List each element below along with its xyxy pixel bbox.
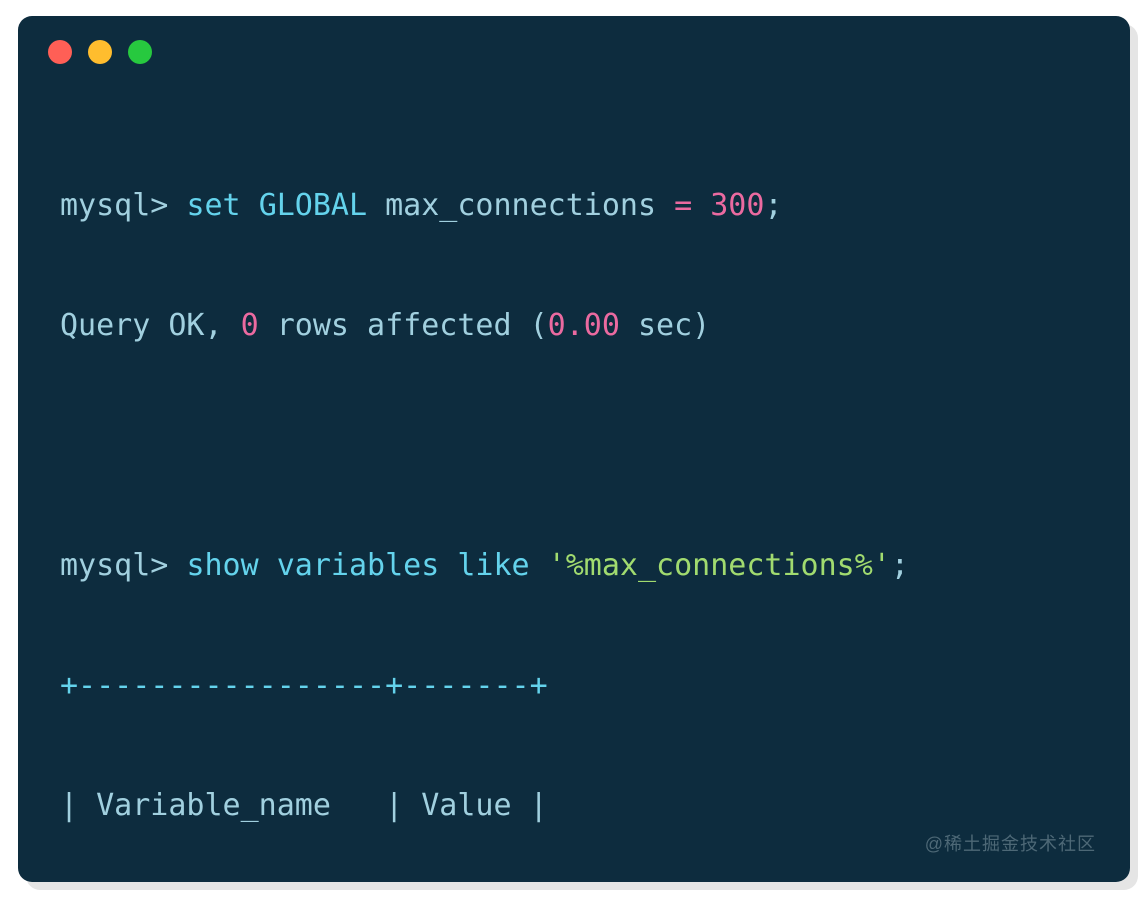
semicolon: ; [891, 548, 909, 583]
table-border-top: +-----------------+-------+ [60, 656, 1088, 716]
keyword-show: show [186, 548, 258, 583]
watermark: @稀土掘金技术社区 [925, 830, 1096, 856]
terminal-output: mysql> set GLOBAL max_connections = 300;… [18, 88, 1130, 882]
blank-line [60, 416, 1088, 476]
keyword-variables: variables [277, 548, 440, 583]
prompt: mysql> [60, 188, 186, 223]
table-header-row: | Variable_name | Value | [60, 776, 1088, 836]
keyword-global: GLOBAL [259, 188, 367, 223]
keyword-set: set [186, 188, 240, 223]
string-literal: '%max_connections%' [548, 548, 891, 583]
line-show-variables: mysql> show variables like '%max_connect… [60, 536, 1088, 596]
zoom-icon[interactable] [128, 40, 152, 64]
operator-equals: = [674, 188, 692, 223]
minimize-icon[interactable] [88, 40, 112, 64]
line-set-global: mysql> set GLOBAL max_connections = 300; [60, 176, 1088, 236]
variable-name: max_connections [385, 188, 656, 223]
line-query-ok: Query OK, 0 rows affected (0.00 sec) [60, 296, 1088, 356]
close-icon[interactable] [48, 40, 72, 64]
semicolon: ; [764, 188, 782, 223]
terminal-window: mysql> set GLOBAL max_connections = 300;… [18, 16, 1130, 882]
prompt: mysql> [60, 548, 186, 583]
keyword-like: like [457, 548, 529, 583]
number-300: 300 [710, 188, 764, 223]
window-titlebar [18, 16, 1130, 88]
